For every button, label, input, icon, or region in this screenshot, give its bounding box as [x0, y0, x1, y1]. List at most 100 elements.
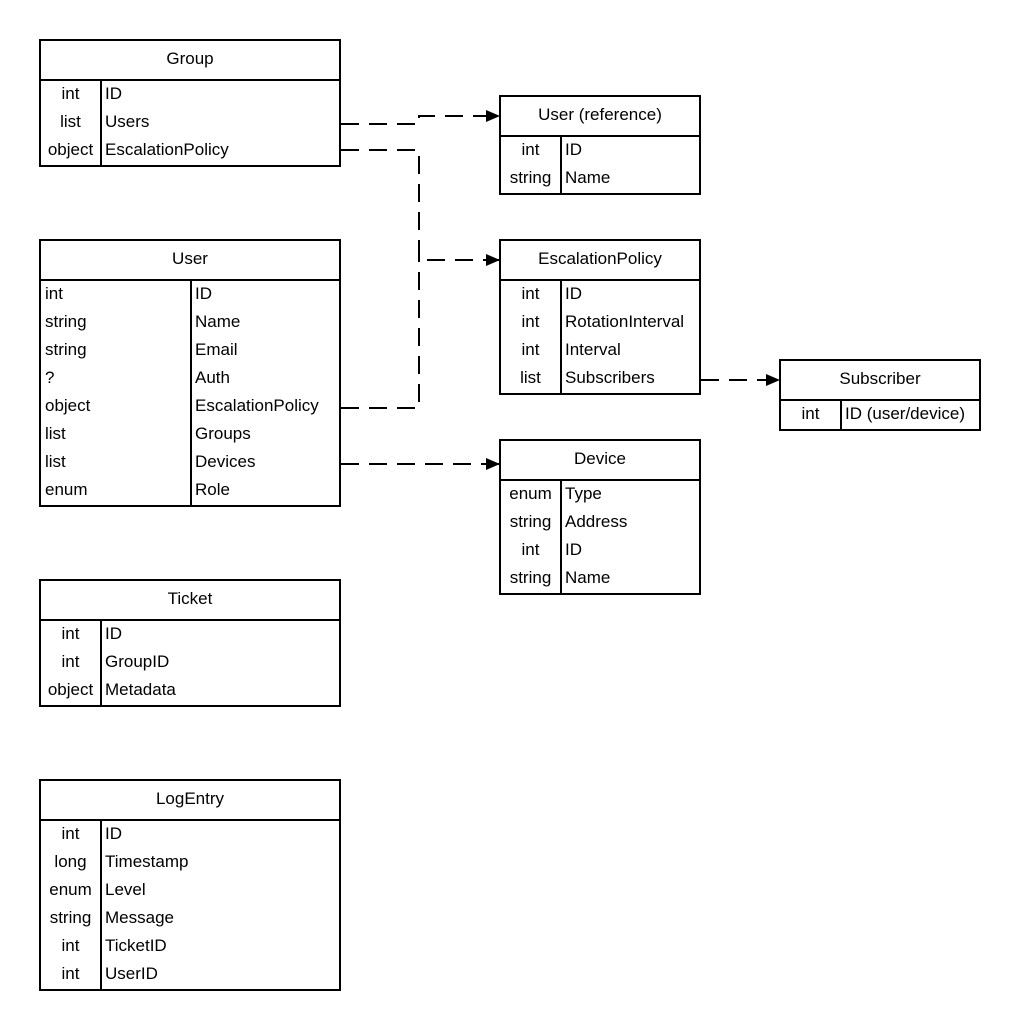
field-name: ID (user/device): [845, 404, 965, 423]
field-type: string: [45, 312, 87, 331]
field-row[interactable]: string Email: [41, 338, 339, 366]
field-row[interactable]: int ID: [501, 282, 699, 310]
field-type: list: [60, 112, 81, 131]
field-name: TicketID: [105, 936, 167, 955]
field-name: UserID: [105, 964, 158, 983]
field-row[interactable]: enum Role: [41, 478, 339, 506]
field-row[interactable]: int GroupID: [41, 650, 339, 678]
entity-user-reference[interactable]: User (reference) int ID string Name: [499, 95, 701, 195]
entity-fields: int ID long Timestamp enum Level string Message…: [41, 821, 339, 991]
field-row[interactable]: string Name: [501, 566, 699, 594]
field-row[interactable]: int RotationInterval: [501, 310, 699, 338]
field-type: int: [45, 284, 63, 303]
entity-user[interactable]: User int ID string Name string Email? Auth objec…: [39, 239, 341, 507]
field-row[interactable]: int TicketID: [41, 934, 339, 962]
field-type: int: [521, 140, 540, 159]
entity-fields: int ID list Users object EscalationPolicy: [41, 81, 339, 167]
field-row[interactable]: int Interval: [501, 338, 699, 366]
entity-fields: enum Type string Address int ID string Name: [501, 481, 699, 595]
field-type: int: [801, 404, 820, 423]
field-type: string: [509, 168, 552, 187]
field-name: Message: [105, 908, 174, 927]
field-type: int: [61, 652, 80, 671]
field-name: Users: [105, 112, 150, 131]
field-row[interactable]: list Users: [41, 110, 339, 138]
field-type: enum: [49, 880, 92, 899]
field-type: enum: [509, 484, 552, 503]
field-row[interactable]: object Metadata: [41, 678, 339, 706]
connector-group-users-to-user-reference: [341, 110, 500, 125]
field-row[interactable]: int ID: [501, 138, 699, 166]
field-name: ID: [565, 140, 582, 159]
field-name: Email: [195, 340, 238, 359]
field-row[interactable]: int ID: [41, 622, 339, 650]
field-type: enum: [45, 480, 88, 499]
field-row[interactable]: object EscalationPolicy: [41, 138, 339, 166]
field-row[interactable]: string Address: [501, 510, 699, 538]
entity-title: Subscriber: [781, 361, 979, 401]
entity-title: LogEntry: [41, 781, 339, 821]
field-row[interactable]: int ID: [41, 822, 339, 850]
field-row[interactable]: int ID: [41, 82, 339, 110]
field-row[interactable]: int ID: [41, 282, 339, 310]
field-type: long: [54, 852, 87, 871]
entity-title: User (reference): [501, 97, 699, 137]
field-name: ID: [105, 824, 122, 843]
field-type: int: [61, 964, 80, 983]
field-row[interactable]: enum Level: [41, 878, 339, 906]
entity-device[interactable]: Device enum Type string Address int ID string Na…: [499, 439, 701, 595]
field-row[interactable]: list Subscribers: [501, 366, 699, 394]
field-row[interactable]: list Groups: [41, 422, 339, 450]
field-type: int: [521, 312, 540, 331]
field-name: Subscribers: [565, 368, 655, 387]
field-name: Devices: [195, 452, 256, 471]
field-type: ?: [45, 368, 55, 387]
entity-fields: int ID int GroupID object Metadata: [41, 621, 339, 707]
entity-title: Ticket: [41, 581, 339, 621]
field-type: list: [45, 424, 66, 443]
field-row[interactable]: list Devices: [41, 450, 339, 478]
field-type: int: [521, 340, 540, 359]
field-name: Name: [565, 568, 611, 587]
field-name: GroupID: [105, 652, 170, 671]
field-name: RotationInterval: [565, 312, 685, 331]
field-name: Address: [565, 512, 628, 531]
connector-group-escalationpolicy-to-escalationpolicy: [341, 149, 500, 266]
field-name: EscalationPolicy: [105, 140, 229, 159]
field-name: Name: [195, 312, 241, 331]
field-type: list: [520, 368, 541, 387]
entity-logentry[interactable]: LogEntry int ID long Timestamp enum Level strin…: [39, 779, 341, 991]
field-type: int: [61, 936, 80, 955]
field-name: Name: [565, 168, 611, 187]
field-name: Level: [105, 880, 146, 899]
entity-title: Device: [501, 441, 699, 481]
entity-escalation-policy[interactable]: EscalationPolicy int ID int RotationInterval…: [499, 239, 701, 395]
field-row[interactable]: int ID: [501, 538, 699, 566]
entity-fields: int ID string Name string Email ? Auth object Esc…: [41, 281, 339, 507]
field-name: EscalationPolicy: [195, 396, 319, 415]
entity-ticket[interactable]: Ticket int ID int GroupID object Metadata: [39, 579, 341, 707]
field-name: ID: [565, 284, 582, 303]
field-name: Timestamp: [105, 852, 189, 871]
field-name: ID: [565, 540, 582, 559]
field-type: int: [61, 824, 80, 843]
field-row[interactable]: int ID (user/device): [781, 402, 979, 430]
field-type: list: [45, 452, 66, 471]
field-row[interactable]: object EscalationPolicy: [41, 394, 339, 422]
entity-fields: int ID int RotationInterval int Interval list S…: [501, 281, 699, 395]
field-type: int: [61, 84, 80, 103]
field-name: Type: [565, 484, 602, 503]
field-type: string: [45, 340, 87, 359]
field-row[interactable]: enum Type: [501, 482, 699, 510]
field-type: int: [521, 284, 540, 303]
connector-user-escalationpolicy-to-escalationpolicy: [341, 258, 420, 409]
field-type: string: [509, 512, 552, 531]
field-row[interactable]: int UserID: [41, 962, 339, 990]
field-row[interactable]: string Message: [41, 906, 339, 934]
field-row[interactable]: long Timestamp: [41, 850, 339, 878]
field-row[interactable]: string Name: [41, 310, 339, 338]
field-row[interactable]: string Name: [501, 166, 699, 194]
entity-subscriber[interactable]: Subscriber int ID (user/device): [779, 359, 981, 431]
field-row[interactable]: ? Auth: [41, 366, 339, 394]
entity-group[interactable]: Group int ID list Users object EscalationPolic…: [39, 39, 341, 167]
